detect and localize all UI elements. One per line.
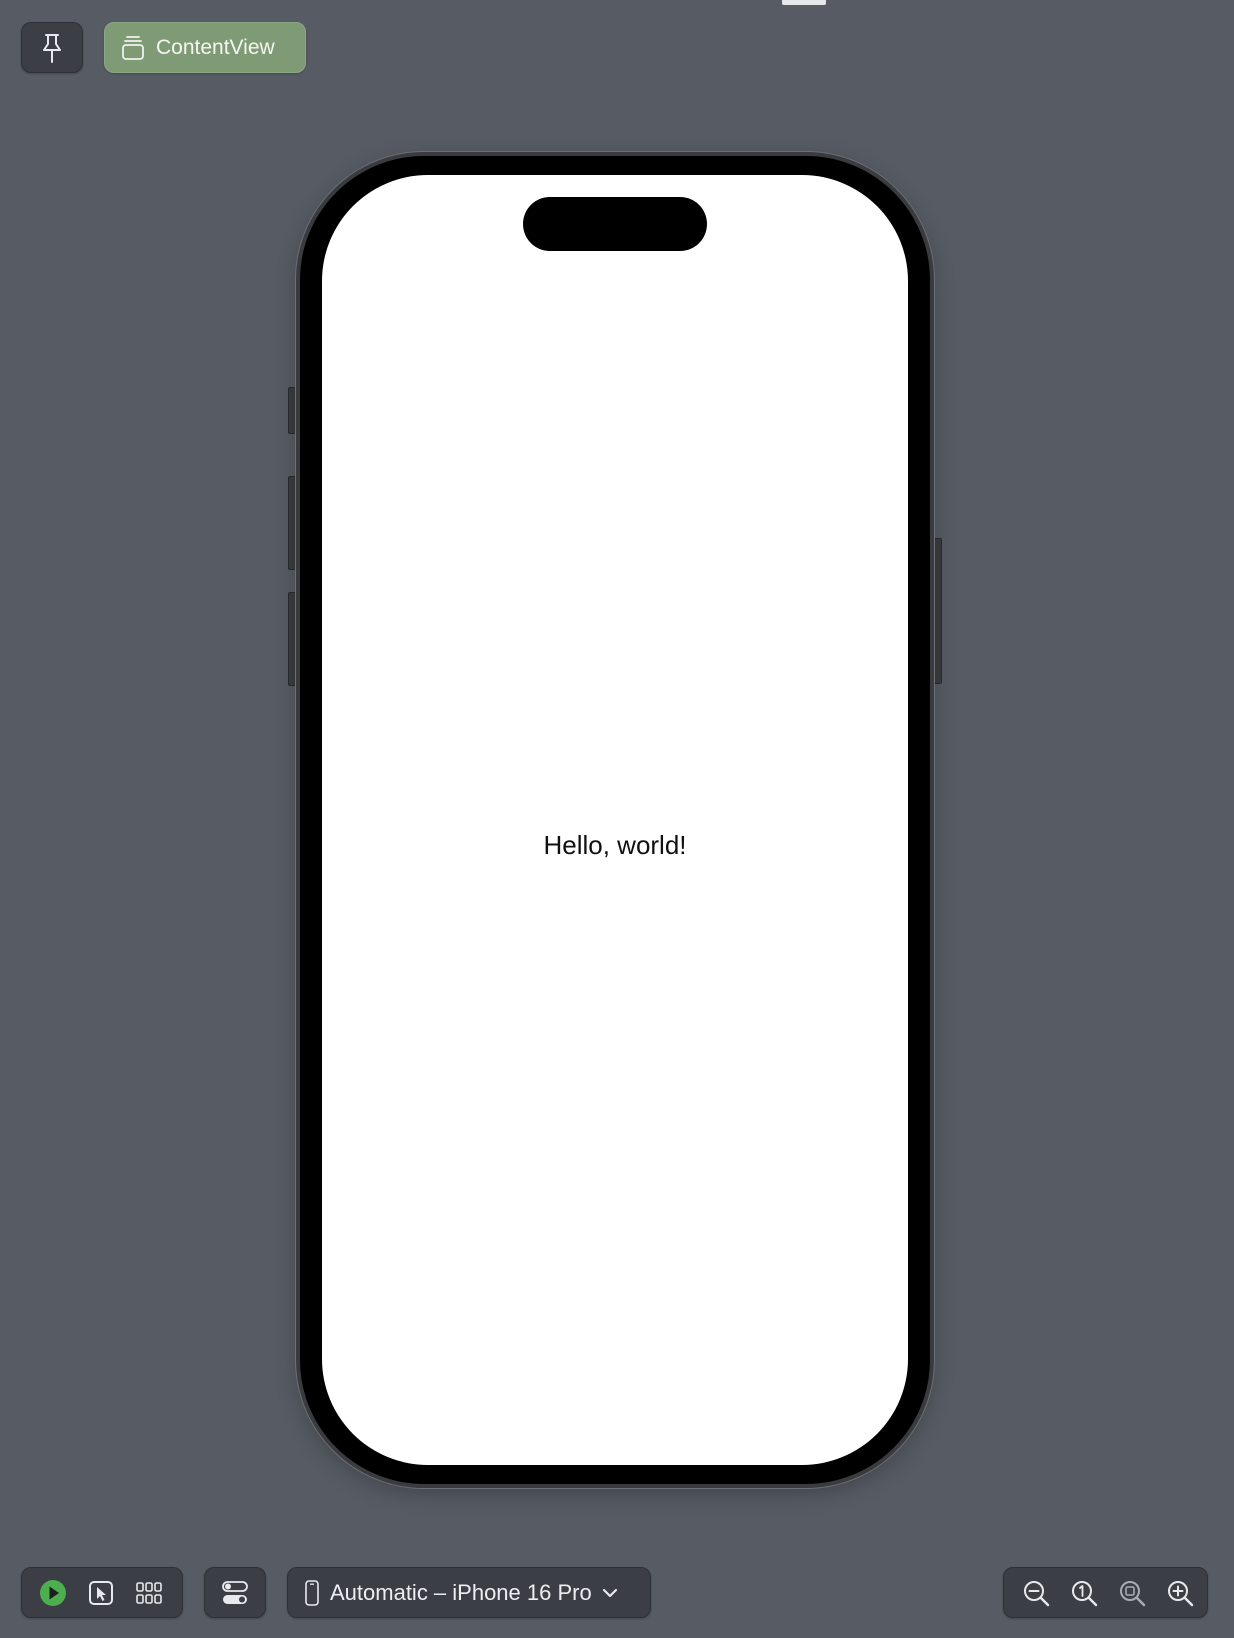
pin-icon bbox=[43, 33, 61, 63]
zoom-to-fit-icon bbox=[1120, 1580, 1146, 1606]
zoom-in-icon bbox=[1168, 1580, 1194, 1606]
play-icon bbox=[40, 1579, 66, 1606]
zoom-in-button[interactable] bbox=[1158, 1571, 1202, 1615]
chevron-down-icon bbox=[602, 1588, 617, 1597]
device-settings-button[interactable] bbox=[204, 1567, 266, 1618]
iphone-icon bbox=[305, 1579, 319, 1606]
window-handle bbox=[782, 0, 826, 5]
device-frame: Hello, world! bbox=[296, 152, 934, 1488]
device-picker[interactable]: Automatic – iPhone 16 Pro bbox=[287, 1567, 651, 1618]
pin-preview-button[interactable] bbox=[21, 22, 83, 73]
preview-name-label: ContentView bbox=[156, 35, 275, 59]
device-picker-label: Automatic – iPhone 16 Pro bbox=[330, 1579, 592, 1605]
zoom-actual-size-button[interactable] bbox=[1062, 1571, 1106, 1615]
toggles-icon bbox=[222, 1580, 248, 1604]
zoom-actual-size-icon bbox=[1072, 1580, 1098, 1606]
stack-icon bbox=[122, 35, 144, 60]
grid-icon bbox=[136, 1581, 162, 1604]
zoom-controls bbox=[1003, 1567, 1208, 1618]
hello-text: Hello, world! bbox=[543, 830, 687, 860]
selectable-mode-button[interactable] bbox=[79, 1571, 123, 1615]
variants-button[interactable] bbox=[127, 1571, 171, 1615]
preview-mode-group bbox=[21, 1567, 183, 1618]
preview-name-tag[interactable]: ContentView bbox=[104, 22, 306, 73]
zoom-out-button[interactable] bbox=[1014, 1571, 1058, 1615]
cursor-select-icon bbox=[89, 1580, 113, 1605]
zoom-out-icon bbox=[1024, 1580, 1050, 1606]
device-screen[interactable]: Hello, world! bbox=[322, 175, 908, 1465]
live-mode-button[interactable] bbox=[31, 1571, 75, 1615]
zoom-to-fit-button[interactable] bbox=[1110, 1571, 1154, 1615]
dynamic-island bbox=[523, 197, 707, 251]
